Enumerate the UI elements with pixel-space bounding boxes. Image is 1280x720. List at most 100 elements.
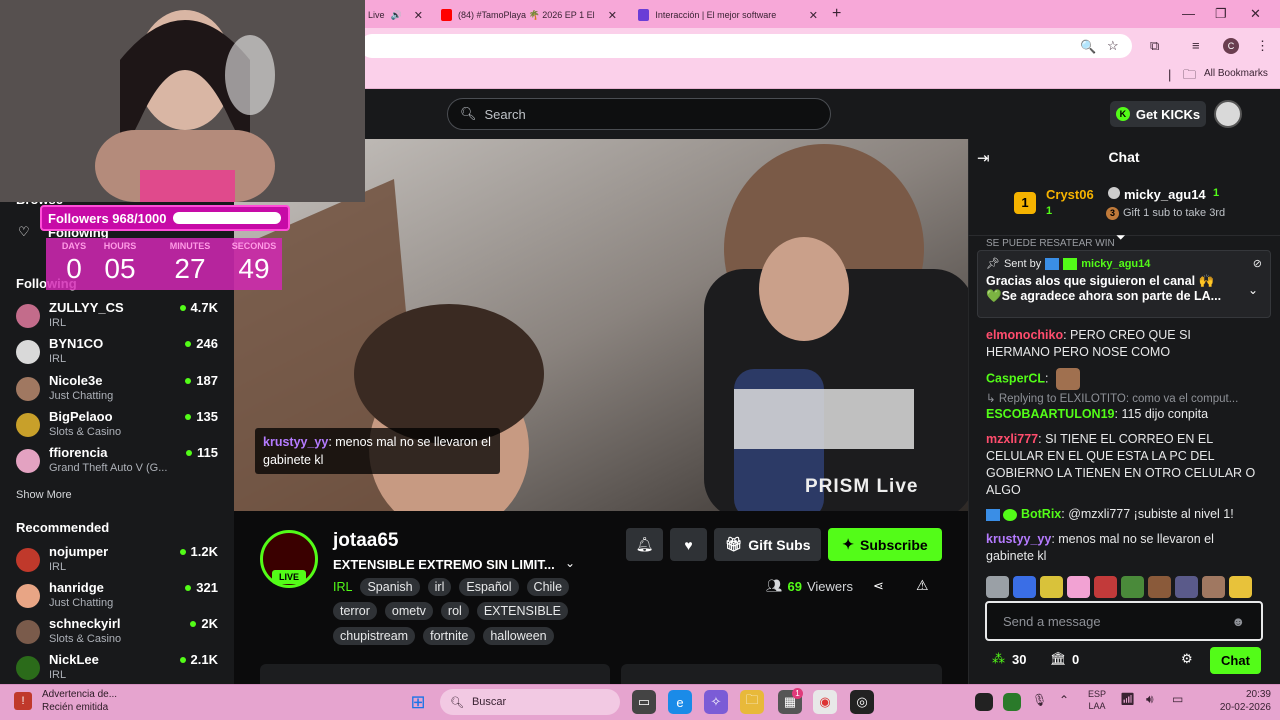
sidebar-item-ffiorencia[interactable]: ffiorencia Grand Theft Auto V (G... 115 [16,445,226,479]
chevron-down-icon[interactable]: ⌄ [565,556,575,570]
profile-avatar[interactable]: C [1223,38,1239,54]
language-indicator[interactable]: ESP LAA [1088,688,1106,712]
emote[interactable] [1229,576,1252,598]
tag[interactable]: Spanish [360,578,420,596]
taskbar-notification[interactable]: ! Advertencia de... Recién emitida [12,688,172,716]
sidebar-item-byn1co[interactable]: BYN1CO IRL 246 [16,336,226,370]
points-count[interactable]: 30 [1012,652,1026,667]
system-clock[interactable]: 20:39 20-02-2026 [1215,688,1271,714]
gift-subs-button[interactable]: 🎁︎ Gift Subs [714,528,821,561]
pinned-user[interactable]: micky_agu14 [1081,258,1150,270]
task-view-icon[interactable]: ▭ [632,690,656,714]
emoji-icon[interactable]: ☻ [1231,614,1245,629]
sidebar-item-zullyy-cs[interactable]: ZULLYY_CS IRL 4.7K [16,300,226,334]
emote[interactable] [1040,576,1063,598]
settings-gear-icon[interactable]: ⚙ [1181,651,1193,667]
chevron-up-icon[interactable]: ⌃ [1059,693,1069,707]
zoom-icon[interactable]: 🔍 [1080,39,1096,55]
chat-message-input[interactable]: Send a message ☻ [985,601,1263,641]
emote[interactable] [1202,576,1225,598]
user-avatar[interactable] [1214,100,1242,128]
wifi-icon[interactable]: 📶︎ [1120,692,1135,706]
subscribe-button[interactable]: ✦ Subscribe [828,528,942,561]
drops-count[interactable]: 0 [1072,652,1079,667]
notification-bell-button[interactable]: 🔔︎ [626,528,663,561]
address-bar[interactable] [360,34,1132,58]
tag[interactable]: fortnite [423,627,476,645]
show-more-link[interactable]: Show More [16,489,72,501]
chevron-down-icon[interactable]: ⌄ [1248,283,1258,297]
browser-tab-interaccion[interactable]: Interacción | El mejor software ✕ [630,4,826,26]
sidebar-item-nicklee[interactable]: NickLee IRL 2.1K [16,652,226,686]
emote[interactable] [1148,576,1171,598]
close-icon[interactable]: ✕ [608,9,617,22]
search-input[interactable]: 🔍︎ Search [447,98,831,130]
copilot-icon[interactable]: ✧ [704,690,728,714]
chat-username[interactable]: CasperCL [986,371,1045,385]
sidebar-item-bigpelaoo[interactable]: BigPelaoo Slots & Casino 135 [16,409,226,443]
close-icon[interactable]: ✕ [809,9,818,22]
browser-tab-kick[interactable]: Live 🔊 ✕ [360,4,430,26]
sidebar-item-hanridge[interactable]: hanridge Just Chatting 321 [16,580,226,614]
share-icon[interactable]: ⋖ [873,578,884,594]
emote[interactable] [1067,576,1090,598]
chat-username[interactable]: krustyy_yy [986,532,1051,546]
browser-menu-icon[interactable]: ⋮ [1256,38,1269,54]
emote[interactable] [1094,576,1117,598]
extensions-icon[interactable]: ⧉ [1150,38,1159,54]
leaderboard-user[interactable]: Cryst06 [1046,187,1094,202]
obs-icon[interactable]: ◎ [850,690,874,714]
leaderboard-user[interactable]: micky_agu14 [1124,187,1206,202]
get-kicks-button[interactable]: K Get KICKs [1110,101,1206,127]
emote[interactable] [1013,576,1036,598]
tag[interactable]: Chile [526,578,570,596]
chrome-icon[interactable]: ◉ [813,690,837,714]
category-link[interactable]: IRL [333,580,352,594]
chat-username[interactable]: mzxli777 [986,432,1038,446]
edge-icon[interactable]: e [668,690,692,714]
file-explorer-icon[interactable]: 🗀 [740,690,764,714]
browser-tab-youtube[interactable]: (84) #TamoPlaya 🌴 2026 EP 1 El ✕ [433,4,625,26]
all-bookmarks-link[interactable]: All Bookmarks [1204,68,1268,79]
speaker-icon[interactable]: 🔊 [391,10,402,21]
chat-message: mzxli777: SI TIENE EL CORREO EN EL CELUL… [986,431,1258,499]
report-icon[interactable]: ⚠ [916,577,929,594]
tray-app-icon[interactable] [975,693,993,711]
bookmark-star-icon[interactable]: ☆ [1107,38,1119,54]
battery-icon[interactable]: ▭ [1172,692,1183,706]
emote[interactable] [1121,576,1144,598]
sidebar-item-schneckyirl[interactable]: schneckyirl Slots & Casino 2K [16,616,226,650]
tag[interactable]: Español [459,578,519,596]
emote[interactable] [986,576,1009,598]
tag[interactable]: halloween [483,627,554,645]
tag[interactable]: terror [333,602,377,620]
windows-start-icon[interactable]: ⊞ [406,690,430,714]
close-icon[interactable]: ✕ [414,9,423,22]
sidebar-item-nicole3e[interactable]: Nicole3e Just Chatting 187 [16,373,226,407]
gift-prompt[interactable]: Gift 1 sub to take 3rd [1123,207,1225,219]
emote[interactable] [1175,576,1198,598]
media-control-icon[interactable]: ≡ [1192,38,1200,53]
taskbar-search[interactable]: 🔍︎ Buscar [440,689,620,715]
tag[interactable]: chupistream [333,627,416,645]
follow-heart-button[interactable]: ♥ [670,528,707,561]
filter-icon[interactable]: ⏷ [1116,230,1126,245]
chat-username[interactable]: elmonochiko [986,328,1063,342]
tag[interactable]: ometv [384,602,433,620]
sidebar-item-nojumper[interactable]: nojumper IRL 1.2K [16,544,226,578]
channel-name-title[interactable]: jotaa65 [333,530,398,552]
minimize-icon[interactable]: — [1182,6,1195,21]
new-tab-icon[interactable]: + [832,5,841,23]
microphone-icon[interactable]: 🎙︎ [1032,693,1047,707]
chat-username[interactable]: ESCOBAARTULON19 [986,407,1115,421]
chat-send-button[interactable]: Chat [1210,647,1261,674]
chat-username[interactable]: BotRix [1021,507,1061,521]
restore-icon[interactable]: ❐ [1215,6,1227,22]
volume-icon[interactable]: 🔊︎ [1146,692,1154,707]
tag[interactable]: irl [427,578,452,596]
tag[interactable]: EXTENSIBLE [476,602,568,620]
window-close-icon[interactable]: ✕ [1250,6,1261,22]
tag[interactable]: rol [440,602,469,620]
hide-icon[interactable]: ⊘ [1253,257,1262,270]
nvidia-icon[interactable] [1003,693,1021,711]
